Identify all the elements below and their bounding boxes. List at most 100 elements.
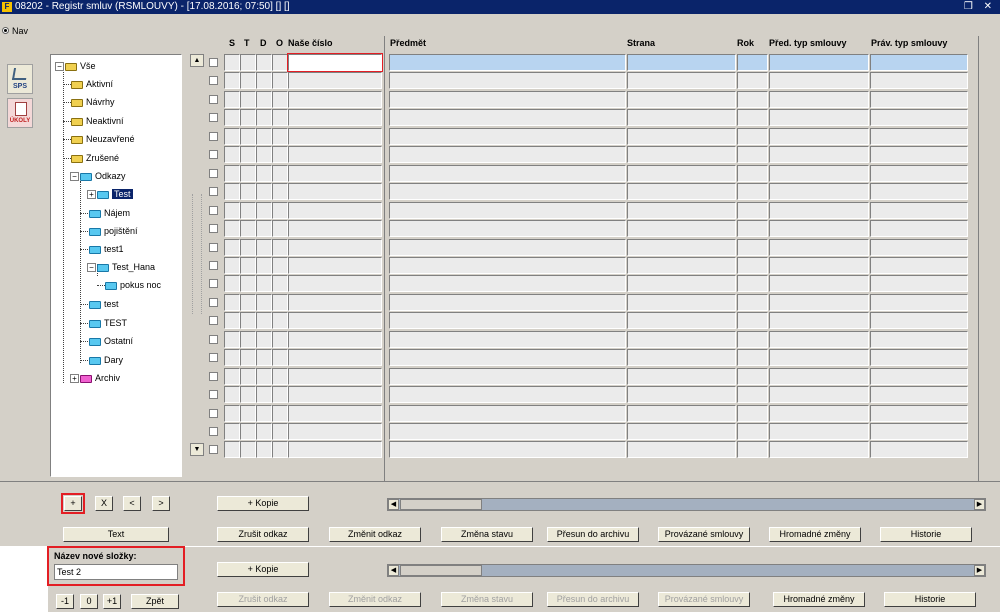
history-button-2[interactable]: Historie <box>884 592 976 607</box>
table-cell[interactable] <box>389 165 626 182</box>
table-row[interactable] <box>0 0 1000 480</box>
table-row[interactable] <box>0 0 1000 480</box>
table-cell[interactable] <box>256 72 272 89</box>
table-cell[interactable] <box>737 91 768 108</box>
table-cell[interactable] <box>288 165 382 182</box>
table-row[interactable] <box>0 0 1000 480</box>
table-cell[interactable] <box>627 275 736 292</box>
table-cell[interactable] <box>272 72 288 89</box>
table-cell[interactable] <box>272 294 288 311</box>
next-button[interactable]: > <box>152 496 170 511</box>
row-checkbox[interactable] <box>209 409 218 418</box>
scroll-right-icon[interactable]: ▶ <box>974 565 985 576</box>
table-cell[interactable] <box>870 275 968 292</box>
table-cell[interactable] <box>240 294 256 311</box>
table-cell[interactable] <box>224 128 240 145</box>
table-cell[interactable] <box>288 128 382 145</box>
table-cell[interactable] <box>224 441 240 458</box>
table-cell[interactable] <box>627 331 736 348</box>
table-cell[interactable] <box>224 91 240 108</box>
table-cell[interactable] <box>627 165 736 182</box>
table-cell[interactable] <box>737 312 768 329</box>
table-cell[interactable] <box>389 220 626 237</box>
table-cell[interactable] <box>288 257 382 274</box>
table-cell[interactable] <box>256 257 272 274</box>
table-cell[interactable] <box>870 257 968 274</box>
table-cell[interactable] <box>288 368 382 385</box>
table-cell[interactable] <box>224 349 240 366</box>
table-cell[interactable] <box>627 202 736 219</box>
table-cell[interactable] <box>870 349 968 366</box>
table-cell[interactable] <box>288 441 382 458</box>
table-cell[interactable] <box>256 54 272 71</box>
table-cell[interactable] <box>240 183 256 200</box>
table-cell[interactable] <box>272 312 288 329</box>
table-cell[interactable] <box>288 109 382 126</box>
table-cell[interactable] <box>769 405 869 422</box>
table-cell[interactable] <box>870 72 968 89</box>
table-cell[interactable] <box>870 386 968 403</box>
table-cell[interactable] <box>769 239 869 256</box>
table-cell[interactable] <box>389 331 626 348</box>
table-cell[interactable] <box>272 423 288 440</box>
table-cell[interactable] <box>224 386 240 403</box>
table-cell[interactable] <box>240 257 256 274</box>
row-checkbox[interactable] <box>209 243 218 252</box>
scroll-left-icon[interactable]: ◀ <box>388 499 399 510</box>
table-cell[interactable] <box>272 109 288 126</box>
table-cell[interactable] <box>272 441 288 458</box>
table-cell[interactable] <box>272 91 288 108</box>
table-cell[interactable] <box>272 54 288 71</box>
linked-contracts-button[interactable]: Provázané smlouvy <box>658 527 750 542</box>
table-cell[interactable] <box>272 239 288 256</box>
remove-folder-button[interactable]: X <box>95 496 113 511</box>
table-cell[interactable] <box>224 312 240 329</box>
table-cell[interactable] <box>389 368 626 385</box>
table-cell[interactable] <box>737 405 768 422</box>
table-cell[interactable] <box>627 257 736 274</box>
table-cell[interactable] <box>240 128 256 145</box>
table-cell[interactable] <box>288 386 382 403</box>
table-row[interactable] <box>0 0 1000 480</box>
table-cell[interactable] <box>737 441 768 458</box>
row-checkbox[interactable] <box>209 427 218 436</box>
table-cell[interactable] <box>627 91 736 108</box>
table-cell[interactable] <box>737 183 768 200</box>
table-cell[interactable] <box>627 386 736 403</box>
table-cell[interactable] <box>769 257 869 274</box>
table-cell[interactable] <box>272 405 288 422</box>
table-cell[interactable] <box>870 441 968 458</box>
table-cell[interactable] <box>240 441 256 458</box>
table-row[interactable] <box>0 0 1000 480</box>
table-cell[interactable] <box>389 239 626 256</box>
table-cell[interactable] <box>240 275 256 292</box>
table-cell[interactable] <box>288 275 382 292</box>
table-cell[interactable] <box>627 128 736 145</box>
table-cell[interactable] <box>627 183 736 200</box>
table-cell[interactable] <box>769 146 869 163</box>
row-checkbox[interactable] <box>209 113 218 122</box>
table-cell[interactable] <box>224 405 240 422</box>
table-cell[interactable] <box>389 128 626 145</box>
table-cell[interactable] <box>769 202 869 219</box>
table-cell[interactable] <box>737 423 768 440</box>
row-checkbox[interactable] <box>209 445 218 454</box>
table-cell[interactable] <box>240 146 256 163</box>
table-row[interactable] <box>0 0 1000 480</box>
new-folder-input[interactable]: Test 2 <box>54 564 178 580</box>
table-cell[interactable] <box>224 109 240 126</box>
table-cell[interactable] <box>272 386 288 403</box>
table-cell[interactable] <box>224 183 240 200</box>
copy-button-2[interactable]: + Kopie <box>217 562 309 577</box>
table-cell[interactable] <box>240 202 256 219</box>
table-cell[interactable] <box>256 202 272 219</box>
table-cell[interactable] <box>272 331 288 348</box>
table-cell[interactable] <box>769 220 869 237</box>
table-cell[interactable] <box>627 146 736 163</box>
table-cell[interactable] <box>389 294 626 311</box>
contracts-table[interactable] <box>0 0 1000 480</box>
table-cell[interactable] <box>870 54 968 71</box>
table-cell[interactable] <box>256 441 272 458</box>
table-cell[interactable] <box>769 349 869 366</box>
table-cell[interactable] <box>272 275 288 292</box>
